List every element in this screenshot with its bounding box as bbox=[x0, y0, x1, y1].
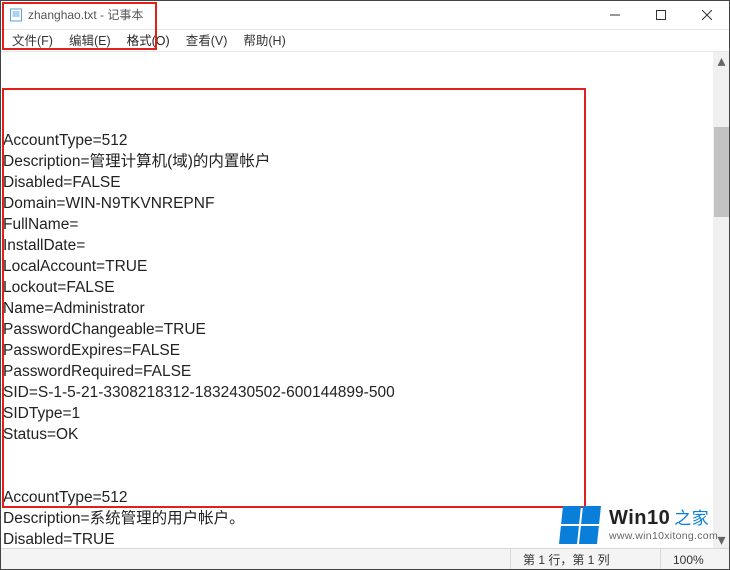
content-area: AccountType=512 Description=管理计算机(域)的内置帐… bbox=[0, 52, 730, 548]
menu-view[interactable]: 查看(V) bbox=[178, 30, 236, 52]
window-controls bbox=[592, 0, 730, 29]
text-editor[interactable]: AccountType=512 Description=管理计算机(域)的内置帐… bbox=[3, 52, 712, 548]
scroll-thumb[interactable] bbox=[714, 127, 729, 217]
menu-help[interactable]: 帮助(H) bbox=[235, 30, 293, 52]
menu-edit[interactable]: 编辑(E) bbox=[61, 30, 119, 52]
window-title: zhanghao.txt - 记事本 bbox=[28, 6, 143, 23]
maximize-button[interactable] bbox=[638, 0, 684, 29]
status-bar: 第 1 行，第 1 列 100% bbox=[0, 548, 730, 570]
menu-bar: 文件(F) 编辑(E) 格式(O) 查看(V) 帮助(H) bbox=[0, 30, 730, 52]
minimize-button[interactable] bbox=[592, 0, 638, 29]
menu-format[interactable]: 格式(O) bbox=[119, 30, 178, 52]
cursor-position: 第 1 行，第 1 列 bbox=[510, 549, 660, 570]
menu-file[interactable]: 文件(F) bbox=[4, 30, 61, 52]
vertical-scrollbar[interactable]: ▴ ▾ bbox=[713, 52, 730, 548]
zoom-level: 100% bbox=[660, 549, 730, 570]
title-bar: zhanghao.txt - 记事本 bbox=[0, 0, 730, 30]
scroll-up-icon[interactable]: ▴ bbox=[713, 52, 730, 69]
notepad-icon bbox=[8, 7, 24, 23]
close-button[interactable] bbox=[684, 0, 730, 29]
scroll-down-icon[interactable]: ▾ bbox=[713, 531, 730, 548]
